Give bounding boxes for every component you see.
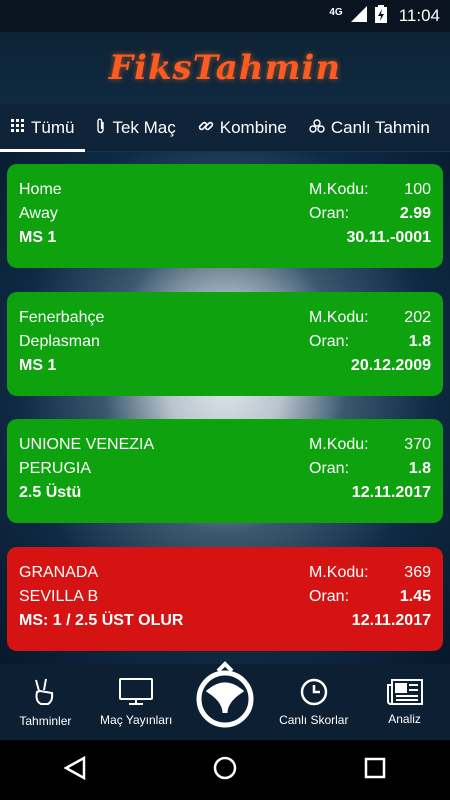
match-code: 370 — [404, 436, 431, 453]
tab-label: Tümü — [31, 117, 75, 137]
club-logo-icon — [190, 660, 260, 736]
nav-label: Canlı Skorlar — [279, 712, 349, 727]
paperclip-icon — [96, 118, 106, 138]
tv-icon — [119, 677, 154, 713]
tab-label: Kombine — [219, 117, 287, 137]
nav-home[interactable] — [185, 660, 265, 736]
nav-predictions[interactable]: Tahminler — [3, 677, 87, 728]
prediction-card[interactable]: Fenerbahçe M.Kodu: 202 Deplasman Oran: 1.8 M… — [7, 292, 443, 396]
nav-label: Maç Yayınları — [100, 712, 173, 727]
bottom-nav: Tahminler Maç Yayınları Canlı Skorlar An… — [0, 660, 450, 740]
match-code: 202 — [404, 309, 431, 326]
code-label: M.Kodu: — [309, 181, 369, 198]
pick: MS: 1 / 2.5 ÜST OLUR — [19, 612, 184, 629]
match-date: 12.11.2017 — [351, 612, 431, 629]
prediction-card[interactable]: UNIONE VENEZIA M.Kodu: 370 PERUGIA Oran: 1.8… — [7, 419, 443, 523]
match-date: 20.12.2009 — [350, 357, 431, 374]
odds-value: 1.8 — [408, 460, 431, 477]
grid-icon — [11, 118, 25, 137]
tab-live[interactable]: Canlı Tahmin — [298, 104, 441, 152]
three-circles-icon — [309, 118, 325, 137]
app-header: FiksTahmin — [0, 32, 450, 104]
battery-icon — [374, 4, 387, 28]
prediction-card[interactable]: GRANADA M.Kodu: 369 SEVILLA B Oran: 1.45 MS:… — [7, 547, 443, 651]
code-label: M.Kodu: — [309, 564, 369, 581]
odds-value: 2.99 — [399, 205, 431, 222]
odds-label: Oran: — [309, 588, 350, 605]
pick: MS 1 — [19, 357, 57, 374]
away-team: Deplasman — [19, 333, 100, 350]
nav-label: Analiz — [388, 711, 421, 726]
odds-label: Oran: — [309, 333, 350, 350]
tab-label: Tek Maç — [112, 117, 176, 137]
code-label: M.Kodu: — [309, 436, 369, 453]
signal-icon — [350, 5, 367, 27]
away-team: Away — [19, 205, 58, 222]
tab-label: Canlı Tahmin — [330, 117, 430, 137]
odds-value: 1.8 — [408, 333, 431, 350]
status-bar: 4G 11:04 — [0, 0, 450, 32]
odds-label: Oran: — [309, 460, 350, 477]
match-code: 100 — [404, 181, 431, 198]
home-icon[interactable] — [213, 756, 237, 785]
home-team: Fenerbahçe — [19, 309, 105, 326]
home-team: GRANADA — [19, 564, 99, 581]
pick: 2.5 Üstü — [19, 484, 82, 501]
tab-all[interactable]: Tümü — [0, 104, 86, 153]
network-indicator: 4G — [329, 6, 343, 18]
odds-label: Oran: — [309, 205, 350, 222]
newspaper-icon — [386, 678, 423, 712]
match-code: 369 — [404, 564, 431, 581]
home-team: Home — [19, 181, 62, 198]
nav-live-scores[interactable]: Canlı Skorlar — [272, 678, 356, 727]
hand-peace-icon — [32, 677, 58, 714]
away-team: PERUGIA — [19, 460, 92, 477]
tab-combined[interactable]: Kombine — [187, 104, 298, 152]
link-icon — [198, 118, 214, 138]
nav-analysis[interactable]: Analiz — [363, 678, 447, 726]
clock: 11:04 — [398, 6, 440, 25]
recents-icon[interactable] — [364, 757, 386, 784]
match-date: 12.11.2017 — [351, 484, 431, 501]
system-nav-bar — [0, 740, 450, 800]
code-label: M.Kodu: — [309, 309, 369, 326]
odds-value: 1.45 — [399, 588, 431, 605]
tab-bar: Tümü Tek Maç Kombine Canlı Tahmin — [0, 104, 450, 153]
tab-single[interactable]: Tek Maç — [85, 104, 186, 152]
home-team: UNIONE VENEZIA — [19, 436, 155, 453]
back-icon[interactable] — [63, 755, 86, 785]
away-team: SEVILLA B — [19, 588, 99, 605]
pick: MS 1 — [19, 229, 57, 246]
nav-broadcasts[interactable]: Maç Yayınları — [94, 677, 178, 727]
clock-icon — [300, 678, 328, 713]
match-date: 30.11.-0001 — [346, 229, 431, 246]
prediction-card[interactable]: Home M.Kodu: 100 Away Oran: 2.99 MS 1 30.11.-… — [7, 164, 443, 268]
prediction-list: Home M.Kodu: 100 Away Oran: 2.99 MS 1 30.11.-… — [0, 152, 450, 664]
nav-label: Tahminler — [19, 713, 72, 728]
app-logo: FiksTahmin — [108, 48, 342, 88]
